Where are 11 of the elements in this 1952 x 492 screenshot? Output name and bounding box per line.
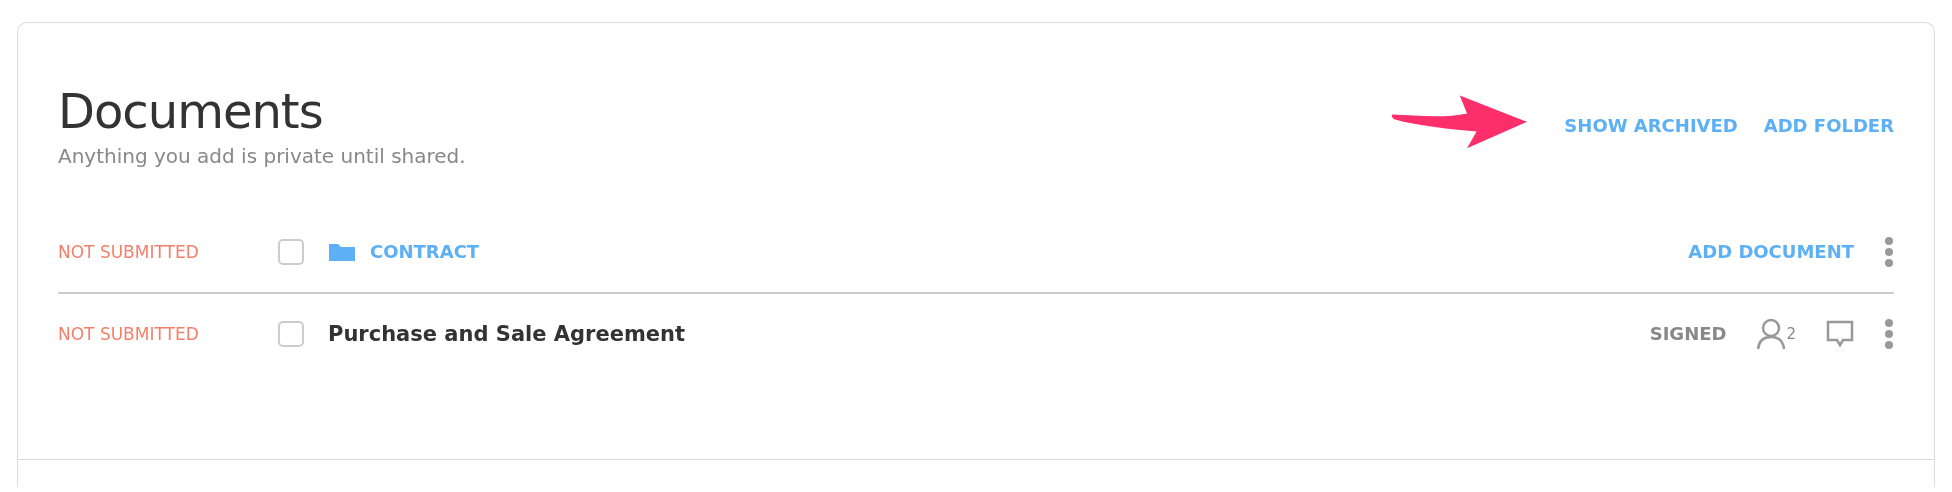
- signed-status: SIGNED: [1649, 323, 1727, 345]
- page-title: Documents: [58, 85, 324, 138]
- folder-name[interactable]: CONTRACT: [370, 241, 480, 263]
- status-label: NOT SUBMITTED: [58, 323, 200, 344]
- document-name[interactable]: Purchase and Sale Agreement: [328, 321, 686, 346]
- page-subtitle: Anything you add is private until shared.: [58, 143, 466, 168]
- header-link[interactable]: SHOW ARCHIVED: [1564, 115, 1738, 136]
- signer-count: 2: [1786, 324, 1796, 343]
- add-document-link[interactable]: ADD DOCUMENT: [1688, 241, 1854, 263]
- header-link[interactable]: ADD FOLDER: [1763, 115, 1894, 136]
- status-label: NOT SUBMITTED: [58, 241, 200, 262]
